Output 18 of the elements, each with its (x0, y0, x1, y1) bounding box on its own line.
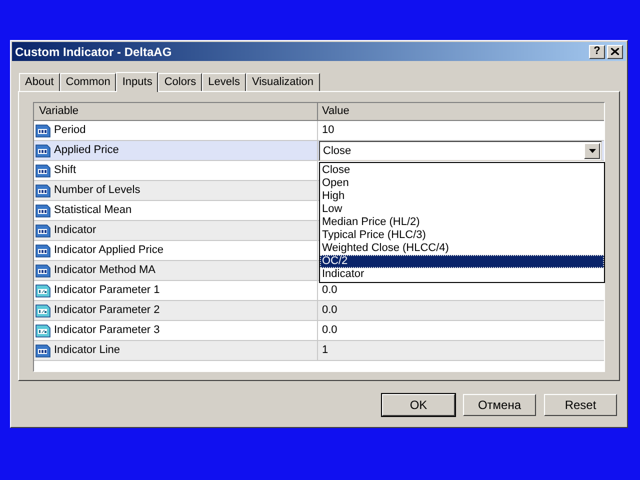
window-title: Custom Indicator - DeltaAG (15, 44, 172, 60)
variable-name: Statistical Mean (54, 203, 132, 218)
variable-name: Period (54, 123, 86, 138)
variable-name: Indicator Parameter 1 (54, 283, 160, 298)
value-text: 0.0 (321, 303, 338, 318)
variable-name: Indicator Applied Price (54, 243, 164, 258)
variable-name: Indicator Line (54, 343, 120, 358)
variable-name: Shift (54, 163, 76, 178)
value-text: 1 (321, 343, 328, 358)
variable-name: Indicator Method MA (54, 263, 156, 278)
variable-name: Indicator Parameter 2 (54, 303, 160, 318)
variable-name: Number of Levels (54, 183, 140, 198)
value-text: 0.0 (321, 323, 338, 338)
variable-name: Indicator Parameter 3 (54, 323, 160, 338)
value-text: 0.0 (321, 283, 338, 298)
value-text: 10 (321, 123, 334, 138)
variable-name: Applied Price (54, 143, 119, 158)
variable-name: Indicator (54, 223, 96, 238)
